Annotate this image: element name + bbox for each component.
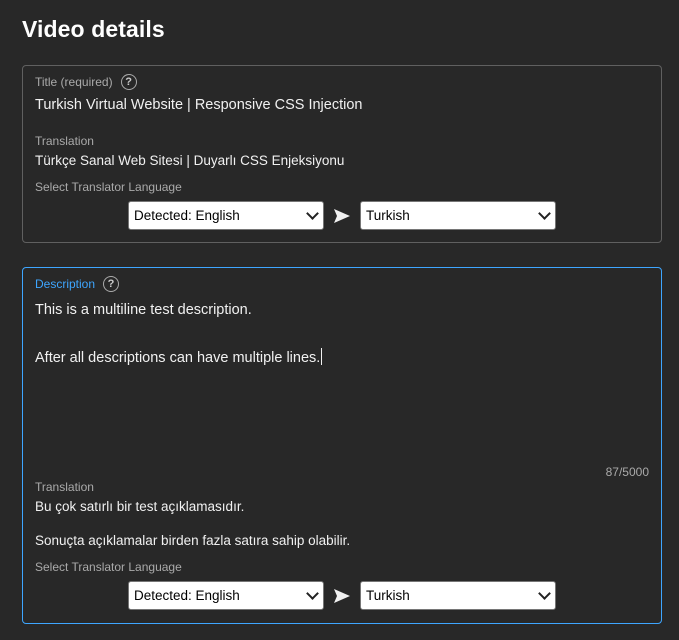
description-textarea[interactable]: This is a multiline test description. Af… xyxy=(35,298,645,370)
help-icon[interactable]: ? xyxy=(120,74,137,90)
title-target-language-value: Turkish xyxy=(366,208,410,223)
chevron-down-icon xyxy=(538,207,551,220)
title-translation-label: Translation xyxy=(35,134,94,148)
title-language-row: Detected: English Turkish xyxy=(128,201,556,230)
description-source-language-select[interactable]: Detected: English xyxy=(128,581,324,610)
title-input[interactable]: Turkish Virtual Website | Responsive CSS… xyxy=(35,97,362,113)
description-translation-line-1: Bu çok satırlı bir test açıklamasıdır. xyxy=(35,499,245,514)
chevron-down-icon xyxy=(538,587,551,600)
title-target-language-select[interactable]: Turkish xyxy=(360,201,556,230)
description-label: Description xyxy=(35,277,96,291)
description-select-language-label: Select Translator Language xyxy=(35,560,182,574)
page-title: Video details xyxy=(22,16,165,42)
description-translation-label: Translation xyxy=(35,480,94,494)
description-translation-line-2: Sonuçta açıklamalar birden fazla satıra … xyxy=(35,533,351,548)
chevron-down-icon xyxy=(306,207,319,220)
send-arrow-icon xyxy=(334,208,350,223)
text-caret xyxy=(321,348,323,365)
chevron-down-icon xyxy=(306,587,319,600)
title-source-language-value: Detected: English xyxy=(134,208,240,223)
character-counter: 87/5000 xyxy=(605,465,649,479)
title-select-language-label: Select Translator Language xyxy=(35,180,182,194)
description-target-language-select[interactable]: Turkish xyxy=(360,581,556,610)
video-details-page: Video details Title (required) ? Turkish… xyxy=(0,0,679,640)
description-language-row: Detected: English Turkish xyxy=(128,581,556,610)
title-label: Title (required) xyxy=(35,75,113,89)
description-line-1: This is a multiline test description. xyxy=(35,302,252,318)
description-field-card[interactable]: Description ? This is a multiline test d… xyxy=(22,267,662,624)
description-line-2: After all descriptions can have multiple… xyxy=(35,350,321,366)
title-translation-text: Türkçe Sanal Web Sitesi | Duyarlı CSS En… xyxy=(35,153,345,168)
description-source-language-value: Detected: English xyxy=(134,588,240,603)
send-arrow-icon xyxy=(334,588,350,603)
description-label-row: Description ? xyxy=(35,276,120,292)
description-target-language-value: Turkish xyxy=(366,588,410,603)
title-field-card[interactable]: Title (required) ? Turkish Virtual Websi… xyxy=(22,65,662,243)
title-label-row: Title (required) ? xyxy=(35,74,137,90)
help-icon[interactable]: ? xyxy=(103,276,120,292)
title-source-language-select[interactable]: Detected: English xyxy=(128,201,324,230)
